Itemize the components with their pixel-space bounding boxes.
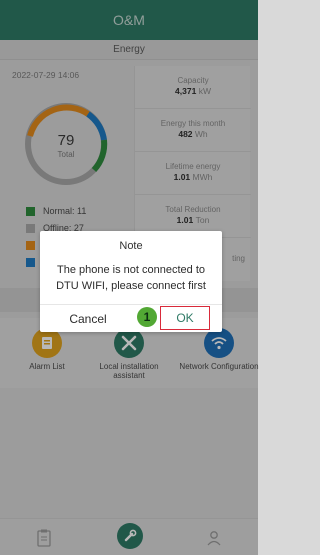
ok-button[interactable]: OK: [160, 306, 210, 330]
dialog-message: The phone is not connected to DTU WIFI, …: [56, 264, 206, 292]
dialog-title: Note: [119, 240, 143, 252]
cancel-button[interactable]: Cancel: [40, 305, 136, 332]
note-dialog: Note The phone is not connected to DTU W…: [40, 231, 222, 332]
